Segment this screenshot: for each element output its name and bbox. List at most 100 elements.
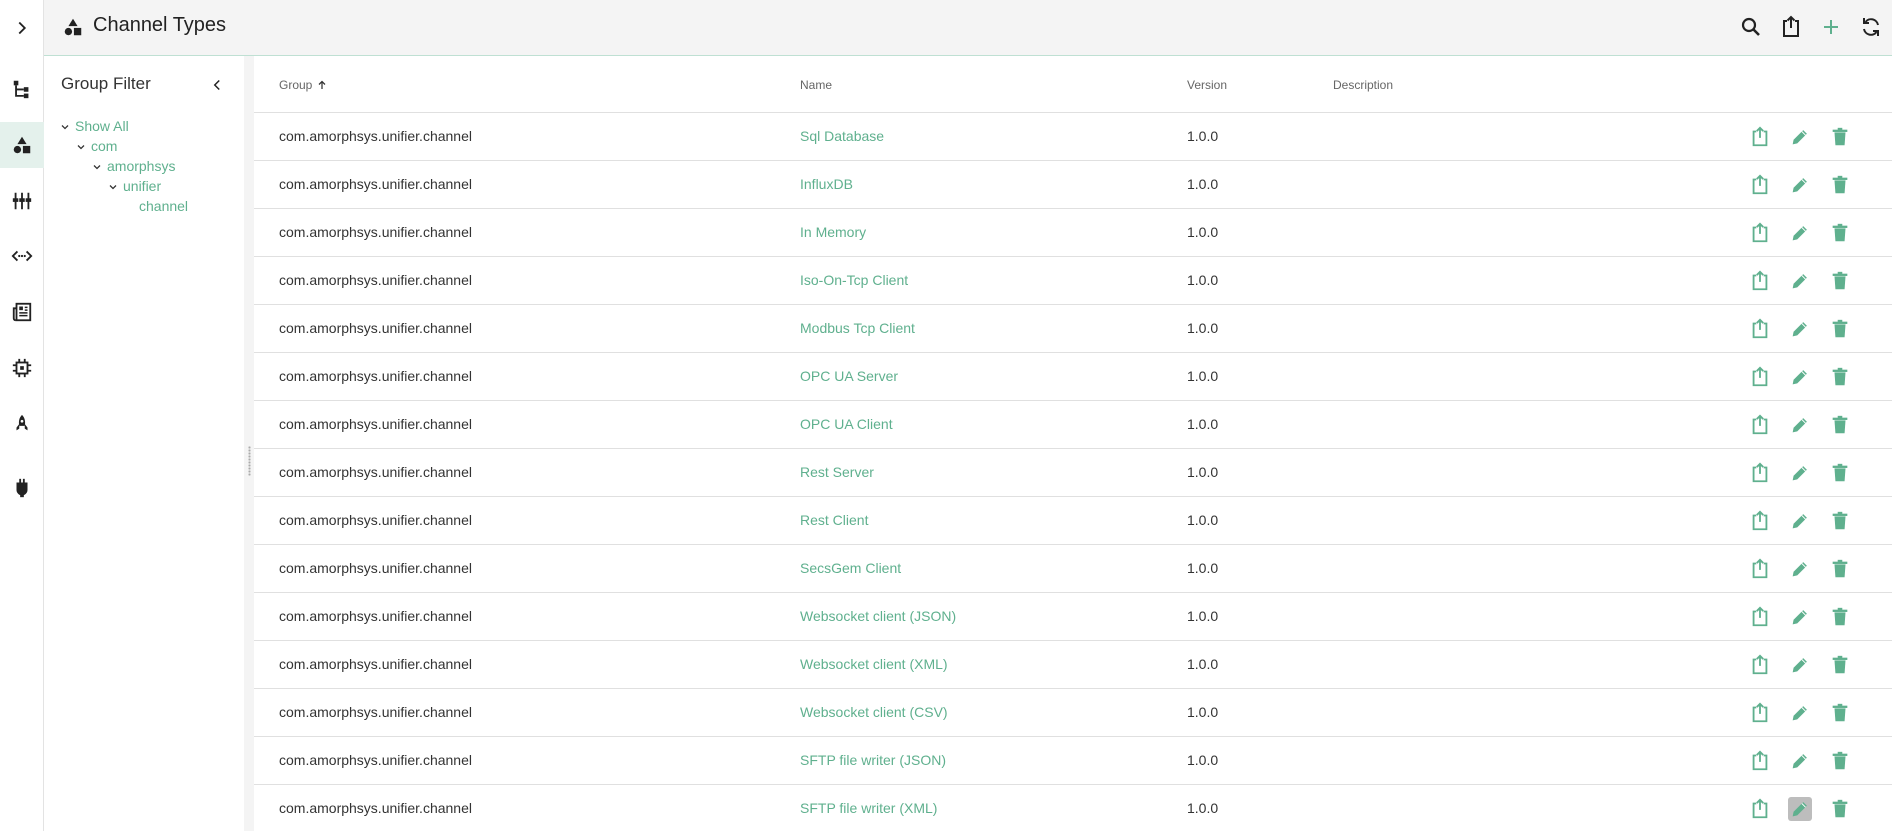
export-row-button[interactable]: [1748, 221, 1772, 245]
rail-item-deploy[interactable]: [0, 401, 44, 447]
chevron-down-icon[interactable]: [107, 181, 119, 193]
table-row[interactable]: com.amorphsys.unifier.channel Rest Server…: [254, 449, 1892, 497]
export-row-button[interactable]: [1748, 557, 1772, 581]
edit-row-button[interactable]: [1788, 653, 1812, 677]
edit-row-button[interactable]: [1788, 413, 1812, 437]
cell-name-link[interactable]: SFTP file writer (JSON): [800, 752, 946, 768]
edit-row-button[interactable]: [1788, 125, 1812, 149]
table-row[interactable]: com.amorphsys.unifier.channel SecsGem Cli…: [254, 545, 1892, 593]
export-row-button[interactable]: [1748, 749, 1772, 773]
rail-item-documents[interactable]: [0, 289, 44, 335]
chevron-down-icon[interactable]: [91, 161, 103, 173]
table-row[interactable]: com.amorphsys.unifier.channel Websocket c…: [254, 593, 1892, 641]
table-row[interactable]: com.amorphsys.unifier.channel OPC UA Serv…: [254, 353, 1892, 401]
table-row[interactable]: com.amorphsys.unifier.channel InfluxDB 1.0…: [254, 161, 1892, 209]
expand-rail-button[interactable]: [0, 5, 44, 51]
panel-splitter[interactable]: [244, 56, 254, 831]
delete-row-button[interactable]: [1828, 317, 1852, 341]
chevron-down-icon[interactable]: [75, 141, 87, 153]
edit-row-button[interactable]: [1788, 701, 1812, 725]
table-row[interactable]: com.amorphsys.unifier.channel SFTP file w…: [254, 737, 1892, 785]
rail-item-plugins[interactable]: [0, 465, 44, 511]
rail-item-tree[interactable]: [0, 66, 44, 112]
column-header-group[interactable]: Group: [279, 78, 328, 92]
table-row[interactable]: com.amorphsys.unifier.channel Rest Client…: [254, 497, 1892, 545]
delete-row-button[interactable]: [1828, 653, 1852, 677]
edit-row-button[interactable]: [1788, 221, 1812, 245]
cell-name-link[interactable]: Websocket client (CSV): [800, 704, 948, 720]
tree-node-channel[interactable]: channel: [139, 198, 188, 214]
cell-name-link[interactable]: Iso-On-Tcp Client: [800, 272, 908, 288]
table-row[interactable]: com.amorphsys.unifier.channel Modbus Tcp …: [254, 305, 1892, 353]
export-row-button[interactable]: [1748, 413, 1772, 437]
table-row[interactable]: com.amorphsys.unifier.channel In Memory 1.…: [254, 209, 1892, 257]
cell-name-link[interactable]: OPC UA Server: [800, 368, 898, 384]
export-row-button[interactable]: [1748, 461, 1772, 485]
table-row[interactable]: com.amorphsys.unifier.channel OPC UA Clie…: [254, 401, 1892, 449]
column-header-description[interactable]: Description: [1333, 78, 1393, 92]
delete-row-button[interactable]: [1828, 221, 1852, 245]
tree-node-unifier[interactable]: unifier: [123, 178, 161, 194]
cell-name-link[interactable]: SecsGem Client: [800, 560, 901, 576]
edit-row-button[interactable]: [1788, 461, 1812, 485]
refresh-button[interactable]: [1856, 12, 1886, 42]
edit-row-button[interactable]: [1788, 509, 1812, 533]
rail-item-sliders[interactable]: [0, 178, 44, 224]
table-row[interactable]: com.amorphsys.unifier.channel SFTP file w…: [254, 785, 1892, 831]
cell-name-link[interactable]: Modbus Tcp Client: [800, 320, 915, 336]
edit-row-button[interactable]: [1788, 173, 1812, 197]
export-row-button[interactable]: [1748, 317, 1772, 341]
rail-item-channel-types[interactable]: [0, 122, 44, 168]
cell-name-link[interactable]: Rest Server: [800, 464, 874, 480]
cell-name-link[interactable]: OPC UA Client: [800, 416, 893, 432]
cell-name-link[interactable]: Websocket client (JSON): [800, 608, 956, 624]
tree-node-amorphsys[interactable]: amorphsys: [107, 158, 175, 174]
delete-row-button[interactable]: [1828, 173, 1852, 197]
cell-name-link[interactable]: Rest Client: [800, 512, 868, 528]
chevron-down-icon[interactable]: [59, 121, 71, 133]
table-row[interactable]: com.amorphsys.unifier.channel Sql Databas…: [254, 113, 1892, 161]
edit-row-button[interactable]: [1788, 317, 1812, 341]
cell-name-link[interactable]: Sql Database: [800, 128, 884, 144]
tree-node-com[interactable]: com: [91, 138, 117, 154]
edit-row-button[interactable]: [1788, 269, 1812, 293]
edit-row-button[interactable]: [1788, 365, 1812, 389]
export-row-button[interactable]: [1748, 269, 1772, 293]
column-header-version[interactable]: Version: [1187, 78, 1227, 92]
column-header-name[interactable]: Name: [800, 78, 832, 92]
export-row-button[interactable]: [1748, 173, 1772, 197]
export-row-button[interactable]: [1748, 701, 1772, 725]
rail-item-code[interactable]: [0, 233, 44, 279]
delete-row-button[interactable]: [1828, 557, 1852, 581]
delete-row-button[interactable]: [1828, 605, 1852, 629]
tree-node-show-all[interactable]: Show All: [75, 118, 129, 134]
cell-name-link[interactable]: Websocket client (XML): [800, 656, 948, 672]
export-row-button[interactable]: [1748, 605, 1772, 629]
edit-row-button[interactable]: [1788, 797, 1812, 821]
delete-row-button[interactable]: [1828, 269, 1852, 293]
cell-name-link[interactable]: SFTP file writer (XML): [800, 800, 937, 816]
edit-row-button[interactable]: [1788, 749, 1812, 773]
export-row-button[interactable]: [1748, 509, 1772, 533]
cell-name-link[interactable]: In Memory: [800, 224, 866, 240]
delete-row-button[interactable]: [1828, 125, 1852, 149]
chevron-left-icon[interactable]: [208, 76, 226, 94]
edit-row-button[interactable]: [1788, 605, 1812, 629]
export-row-button[interactable]: [1748, 797, 1772, 821]
rail-item-chip[interactable]: [0, 345, 44, 391]
export-row-button[interactable]: [1748, 653, 1772, 677]
export-row-button[interactable]: [1748, 125, 1772, 149]
delete-row-button[interactable]: [1828, 413, 1852, 437]
export-row-button[interactable]: [1748, 365, 1772, 389]
delete-row-button[interactable]: [1828, 461, 1852, 485]
table-row[interactable]: com.amorphsys.unifier.channel Websocket c…: [254, 641, 1892, 689]
export-button[interactable]: [1776, 12, 1806, 42]
delete-row-button[interactable]: [1828, 701, 1852, 725]
table-row[interactable]: com.amorphsys.unifier.channel Websocket c…: [254, 689, 1892, 737]
add-button[interactable]: [1816, 12, 1846, 42]
delete-row-button[interactable]: [1828, 749, 1852, 773]
delete-row-button[interactable]: [1828, 509, 1852, 533]
delete-row-button[interactable]: [1828, 365, 1852, 389]
search-button[interactable]: [1736, 12, 1766, 42]
delete-row-button[interactable]: [1828, 797, 1852, 821]
